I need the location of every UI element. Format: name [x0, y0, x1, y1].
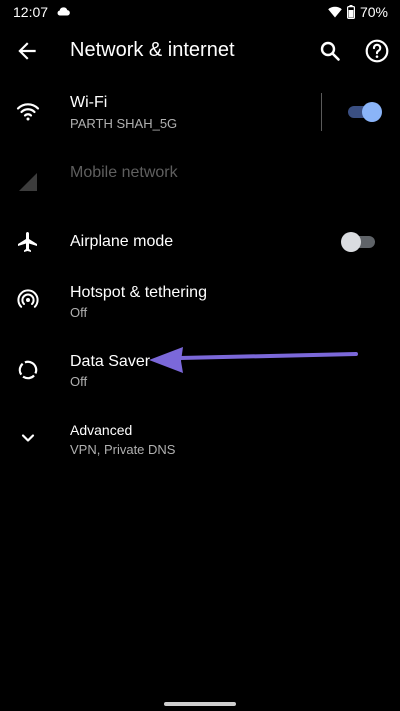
mobile-network-title: Mobile network	[70, 164, 178, 181]
help-icon[interactable]	[364, 38, 390, 64]
cloud-icon	[57, 7, 70, 16]
status-bar: 12:07 70%	[0, 0, 400, 26]
wifi-toggle[interactable]	[346, 100, 382, 124]
page-title: Network & internet	[70, 39, 235, 61]
wifi-row[interactable]: Wi-Fi PARTH SHAH_5G	[0, 86, 400, 138]
hotspot-title: Hotspot & tethering	[70, 284, 207, 301]
battery-icon	[346, 5, 355, 19]
back-arrow-icon[interactable]	[14, 38, 40, 64]
wifi-icon	[16, 103, 40, 121]
wifi-title: Wi-Fi	[70, 94, 108, 111]
advanced-row[interactable]: Advanced VPN, Private DNS	[0, 414, 400, 464]
advanced-summary: VPN, Private DNS	[70, 442, 176, 457]
gesture-nav-handle[interactable]	[164, 702, 236, 706]
chevron-down-icon	[21, 434, 35, 442]
status-indicators: 70%	[328, 3, 388, 21]
signal-icon	[19, 173, 37, 191]
airplane-mode-toggle[interactable]	[341, 230, 377, 254]
advanced-title: Advanced	[70, 422, 133, 438]
wifi-network-name: PARTH SHAH_5G	[70, 116, 178, 131]
wifi-divider	[321, 93, 322, 131]
wifi-signal-icon	[328, 6, 342, 18]
hotspot-summary: Off	[70, 305, 88, 320]
data-saver-icon	[18, 360, 38, 380]
status-time: 12:07	[13, 4, 49, 20]
airplane-icon	[18, 232, 37, 252]
mobile-network-row[interactable]: Mobile network	[0, 156, 400, 208]
airplane-mode-title: Airplane mode	[70, 233, 174, 250]
toolbar: Network & internet	[0, 26, 400, 76]
annotation-arrow	[149, 347, 358, 373]
data-saver-title: Data Saver	[70, 353, 151, 370]
battery-percent: 70%	[359, 4, 388, 20]
airplane-toggle-thumb	[341, 232, 361, 252]
airplane-mode-row[interactable]: Airplane mode	[0, 222, 400, 262]
search-icon[interactable]	[318, 39, 342, 63]
hotspot-icon	[17, 289, 39, 308]
wifi-toggle-thumb	[362, 102, 382, 122]
data-saver-summary: Off	[70, 374, 88, 389]
hotspot-row[interactable]: Hotspot & tethering Off	[0, 276, 400, 326]
